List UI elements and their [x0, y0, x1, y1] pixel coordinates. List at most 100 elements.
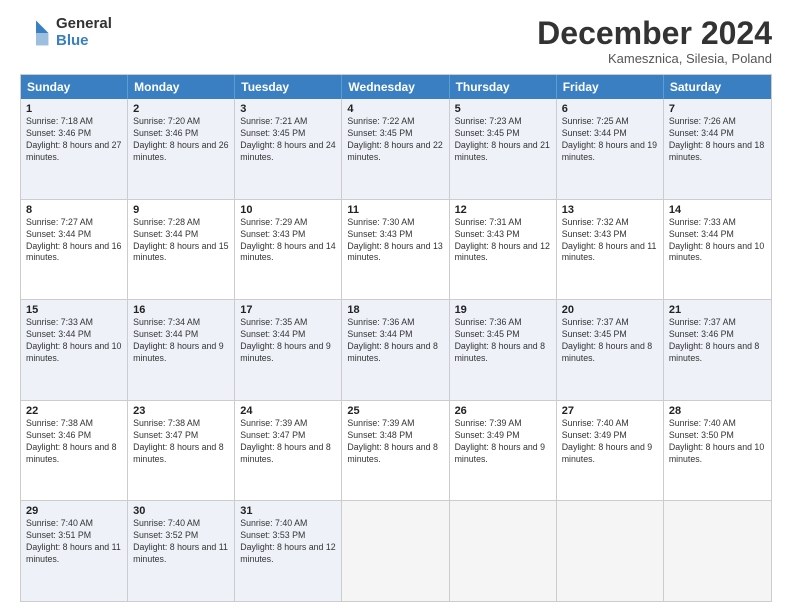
- calendar-row: 22Sunrise: 7:38 AM Sunset: 3:46 PM Dayli…: [21, 401, 771, 502]
- calendar-cell: 29Sunrise: 7:40 AM Sunset: 3:51 PM Dayli…: [21, 501, 128, 601]
- cell-info: Sunrise: 7:40 AM Sunset: 3:53 PM Dayligh…: [240, 518, 336, 566]
- calendar-cell: 25Sunrise: 7:39 AM Sunset: 3:48 PM Dayli…: [342, 401, 449, 501]
- day-number: 18: [347, 304, 443, 316]
- calendar-cell: 13Sunrise: 7:32 AM Sunset: 3:43 PM Dayli…: [557, 200, 664, 300]
- cell-info: Sunrise: 7:18 AM Sunset: 3:46 PM Dayligh…: [26, 116, 122, 164]
- header-day: Sunday: [21, 75, 128, 99]
- cell-info: Sunrise: 7:28 AM Sunset: 3:44 PM Dayligh…: [133, 217, 229, 265]
- day-number: 3: [240, 103, 336, 115]
- cell-info: Sunrise: 7:33 AM Sunset: 3:44 PM Dayligh…: [669, 217, 766, 265]
- title-area: December 2024 Kamesznica, Silesia, Polan…: [537, 16, 772, 66]
- day-number: 6: [562, 103, 658, 115]
- calendar-cell: 15Sunrise: 7:33 AM Sunset: 3:44 PM Dayli…: [21, 300, 128, 400]
- day-number: 15: [26, 304, 122, 316]
- day-number: 28: [669, 405, 766, 417]
- day-number: 10: [240, 204, 336, 216]
- cell-info: Sunrise: 7:38 AM Sunset: 3:47 PM Dayligh…: [133, 418, 229, 466]
- cell-info: Sunrise: 7:31 AM Sunset: 3:43 PM Dayligh…: [455, 217, 551, 265]
- calendar-header: SundayMondayTuesdayWednesdayThursdayFrid…: [21, 75, 771, 99]
- calendar-cell: 1Sunrise: 7:18 AM Sunset: 3:46 PM Daylig…: [21, 99, 128, 199]
- calendar-cell: 8Sunrise: 7:27 AM Sunset: 3:44 PM Daylig…: [21, 200, 128, 300]
- calendar: SundayMondayTuesdayWednesdayThursdayFrid…: [20, 74, 772, 602]
- day-number: 8: [26, 204, 122, 216]
- cell-info: Sunrise: 7:26 AM Sunset: 3:44 PM Dayligh…: [669, 116, 766, 164]
- calendar-cell: 6Sunrise: 7:25 AM Sunset: 3:44 PM Daylig…: [557, 99, 664, 199]
- calendar-cell: 14Sunrise: 7:33 AM Sunset: 3:44 PM Dayli…: [664, 200, 771, 300]
- cell-info: Sunrise: 7:40 AM Sunset: 3:51 PM Dayligh…: [26, 518, 122, 566]
- calendar-cell: 5Sunrise: 7:23 AM Sunset: 3:45 PM Daylig…: [450, 99, 557, 199]
- cell-info: Sunrise: 7:21 AM Sunset: 3:45 PM Dayligh…: [240, 116, 336, 164]
- day-number: 25: [347, 405, 443, 417]
- calendar-cell: [557, 501, 664, 601]
- month-title: December 2024: [537, 16, 772, 51]
- day-number: 7: [669, 103, 766, 115]
- calendar-cell: 24Sunrise: 7:39 AM Sunset: 3:47 PM Dayli…: [235, 401, 342, 501]
- cell-info: Sunrise: 7:22 AM Sunset: 3:45 PM Dayligh…: [347, 116, 443, 164]
- calendar-row: 15Sunrise: 7:33 AM Sunset: 3:44 PM Dayli…: [21, 300, 771, 401]
- cell-info: Sunrise: 7:29 AM Sunset: 3:43 PM Dayligh…: [240, 217, 336, 265]
- cell-info: Sunrise: 7:32 AM Sunset: 3:43 PM Dayligh…: [562, 217, 658, 265]
- logo-general: General: [56, 16, 112, 33]
- day-number: 22: [26, 405, 122, 417]
- day-number: 13: [562, 204, 658, 216]
- day-number: 2: [133, 103, 229, 115]
- calendar-cell: 22Sunrise: 7:38 AM Sunset: 3:46 PM Dayli…: [21, 401, 128, 501]
- day-number: 12: [455, 204, 551, 216]
- header-day: Saturday: [664, 75, 771, 99]
- calendar-cell: [664, 501, 771, 601]
- day-number: 17: [240, 304, 336, 316]
- day-number: 1: [26, 103, 122, 115]
- calendar-cell: 4Sunrise: 7:22 AM Sunset: 3:45 PM Daylig…: [342, 99, 449, 199]
- calendar-cell: 26Sunrise: 7:39 AM Sunset: 3:49 PM Dayli…: [450, 401, 557, 501]
- calendar-cell: 30Sunrise: 7:40 AM Sunset: 3:52 PM Dayli…: [128, 501, 235, 601]
- calendar-cell: 12Sunrise: 7:31 AM Sunset: 3:43 PM Dayli…: [450, 200, 557, 300]
- location: Kamesznica, Silesia, Poland: [537, 51, 772, 66]
- header-day: Tuesday: [235, 75, 342, 99]
- logo: General Blue: [20, 16, 112, 49]
- day-number: 11: [347, 204, 443, 216]
- logo-blue: Blue: [56, 33, 112, 50]
- calendar-cell: 3Sunrise: 7:21 AM Sunset: 3:45 PM Daylig…: [235, 99, 342, 199]
- calendar-cell: 7Sunrise: 7:26 AM Sunset: 3:44 PM Daylig…: [664, 99, 771, 199]
- day-number: 27: [562, 405, 658, 417]
- cell-info: Sunrise: 7:30 AM Sunset: 3:43 PM Dayligh…: [347, 217, 443, 265]
- day-number: 19: [455, 304, 551, 316]
- day-number: 20: [562, 304, 658, 316]
- header-day: Monday: [128, 75, 235, 99]
- header-day: Friday: [557, 75, 664, 99]
- day-number: 24: [240, 405, 336, 417]
- calendar-cell: 27Sunrise: 7:40 AM Sunset: 3:49 PM Dayli…: [557, 401, 664, 501]
- calendar-cell: 2Sunrise: 7:20 AM Sunset: 3:46 PM Daylig…: [128, 99, 235, 199]
- day-number: 14: [669, 204, 766, 216]
- header: General Blue December 2024 Kamesznica, S…: [20, 16, 772, 66]
- calendar-body: 1Sunrise: 7:18 AM Sunset: 3:46 PM Daylig…: [21, 99, 771, 601]
- calendar-cell: 21Sunrise: 7:37 AM Sunset: 3:46 PM Dayli…: [664, 300, 771, 400]
- calendar-cell: 10Sunrise: 7:29 AM Sunset: 3:43 PM Dayli…: [235, 200, 342, 300]
- cell-info: Sunrise: 7:37 AM Sunset: 3:46 PM Dayligh…: [669, 317, 766, 365]
- calendar-cell: 9Sunrise: 7:28 AM Sunset: 3:44 PM Daylig…: [128, 200, 235, 300]
- day-number: 26: [455, 405, 551, 417]
- calendar-cell: [450, 501, 557, 601]
- day-number: 23: [133, 405, 229, 417]
- calendar-cell: 19Sunrise: 7:36 AM Sunset: 3:45 PM Dayli…: [450, 300, 557, 400]
- calendar-cell: 16Sunrise: 7:34 AM Sunset: 3:44 PM Dayli…: [128, 300, 235, 400]
- calendar-row: 29Sunrise: 7:40 AM Sunset: 3:51 PM Dayli…: [21, 501, 771, 601]
- cell-info: Sunrise: 7:37 AM Sunset: 3:45 PM Dayligh…: [562, 317, 658, 365]
- cell-info: Sunrise: 7:27 AM Sunset: 3:44 PM Dayligh…: [26, 217, 122, 265]
- cell-info: Sunrise: 7:35 AM Sunset: 3:44 PM Dayligh…: [240, 317, 336, 365]
- day-number: 9: [133, 204, 229, 216]
- calendar-cell: 23Sunrise: 7:38 AM Sunset: 3:47 PM Dayli…: [128, 401, 235, 501]
- day-number: 30: [133, 505, 229, 517]
- cell-info: Sunrise: 7:36 AM Sunset: 3:45 PM Dayligh…: [455, 317, 551, 365]
- calendar-cell: 31Sunrise: 7:40 AM Sunset: 3:53 PM Dayli…: [235, 501, 342, 601]
- calendar-row: 8Sunrise: 7:27 AM Sunset: 3:44 PM Daylig…: [21, 200, 771, 301]
- header-day: Wednesday: [342, 75, 449, 99]
- cell-info: Sunrise: 7:36 AM Sunset: 3:44 PM Dayligh…: [347, 317, 443, 365]
- cell-info: Sunrise: 7:20 AM Sunset: 3:46 PM Dayligh…: [133, 116, 229, 164]
- calendar-cell: 18Sunrise: 7:36 AM Sunset: 3:44 PM Dayli…: [342, 300, 449, 400]
- day-number: 29: [26, 505, 122, 517]
- cell-info: Sunrise: 7:39 AM Sunset: 3:47 PM Dayligh…: [240, 418, 336, 466]
- cell-info: Sunrise: 7:23 AM Sunset: 3:45 PM Dayligh…: [455, 116, 551, 164]
- cell-info: Sunrise: 7:40 AM Sunset: 3:49 PM Dayligh…: [562, 418, 658, 466]
- calendar-cell: 20Sunrise: 7:37 AM Sunset: 3:45 PM Dayli…: [557, 300, 664, 400]
